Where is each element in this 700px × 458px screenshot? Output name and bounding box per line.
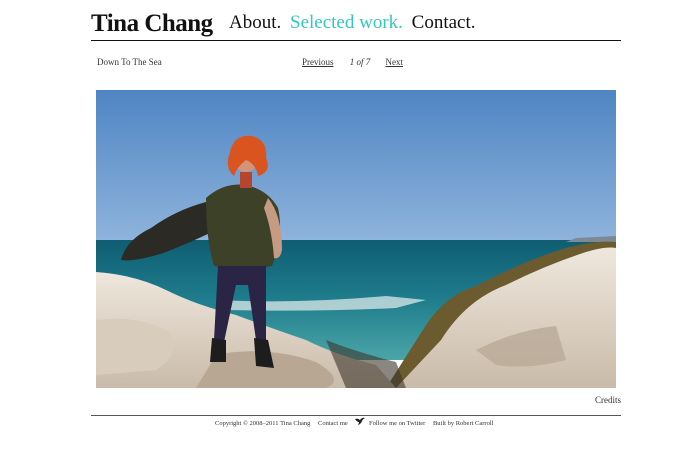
next-link[interactable]: Next	[386, 57, 404, 67]
nav-selected-work[interactable]: Selected work.	[290, 12, 403, 33]
previous-link[interactable]: Previous	[302, 57, 334, 67]
footer-divider	[91, 415, 621, 416]
contact-link[interactable]: Contact me	[318, 420, 348, 427]
credits-link[interactable]: Credits	[595, 395, 621, 405]
nav-contact[interactable]: Contact.	[412, 12, 476, 33]
main-nav: About. Selected work. Contact.	[229, 12, 480, 34]
gallery-photo[interactable]	[96, 90, 616, 388]
nav-about[interactable]: About.	[229, 12, 281, 33]
brand-logo[interactable]: Tina Chang	[91, 10, 213, 38]
image-counter: 1 of 7	[349, 57, 371, 67]
twitter-link[interactable]: Follow me on Twitter	[369, 420, 425, 427]
built-by-text[interactable]: Built by Robert Carroll	[433, 420, 493, 427]
pager: Previous 1 of 7 Next	[302, 57, 403, 67]
bird-icon	[355, 417, 366, 425]
copyright-text: Copyright © 2008–2011 Tina Chang	[215, 420, 311, 427]
header-divider	[91, 40, 621, 41]
gallery-title: Down To The Sea	[97, 57, 162, 67]
photo-woman-on-rocks-by-sea	[96, 90, 616, 388]
site-footer: Copyright © 2008–2011 Tina Chang Contact…	[215, 417, 499, 427]
site-header: Tina Chang About. Selected work. Contact…	[91, 10, 621, 40]
